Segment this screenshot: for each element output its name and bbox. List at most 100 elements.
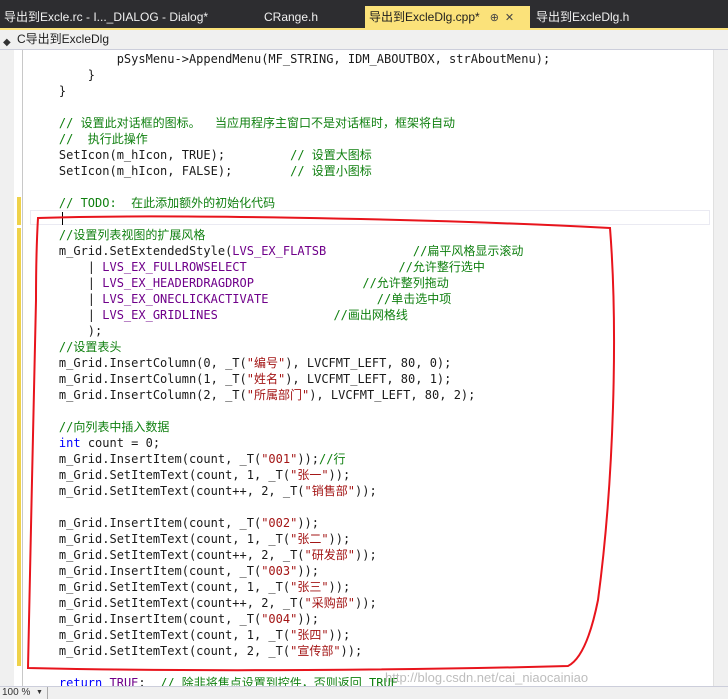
code-line[interactable]: int count = 0;	[30, 435, 550, 451]
code-line[interactable]: pSysMenu->AppendMenu(MF_STRING, IDM_ABOU…	[30, 51, 550, 67]
code-line[interactable]	[30, 99, 550, 115]
code-line[interactable]: // TODO: 在此添加额外的初始化代码	[30, 195, 550, 211]
code-line[interactable]: SetIcon(m_hIcon, TRUE); // 设置大图标	[30, 147, 550, 163]
code-line[interactable]: | LVS_EX_FULLROWSELECT //允许整行选中	[30, 259, 550, 275]
code-line[interactable]: //向列表中插入数据	[30, 419, 550, 435]
code-token: m_Grid.SetItemText(count, 1, _T(	[30, 628, 291, 642]
tab-excledlg-cpp[interactable]: 导出到ExcleDlg.cpp* ⊕ ✕	[365, 6, 530, 29]
code-token: ));	[355, 548, 377, 562]
code-line[interactable]: m_Grid.InsertItem(count, _T("004"));	[30, 611, 550, 627]
code-line[interactable]: m_Grid.SetItemText(count, 1, _T("张一"));	[30, 467, 550, 483]
code-line[interactable]: m_Grid.SetItemText(count, 1, _T("张二"));	[30, 531, 550, 547]
code-token: ));	[328, 532, 351, 546]
code-line[interactable]: );	[30, 323, 550, 339]
code-line[interactable]: m_Grid.SetItemText(count++, 2, _T("销售部")…	[30, 483, 550, 499]
code-token: "张一"	[290, 468, 329, 482]
code-token: m_Grid.InsertItem(count, _T(	[30, 564, 262, 578]
code-token: // 设置大图标	[290, 148, 372, 162]
code-token: m_Grid.InsertItem(count, _T(	[30, 452, 262, 466]
code-token: );	[30, 324, 103, 338]
tab-excle-rc[interactable]: 导出到Excle.rc - I..._DIALOG - Dialog*	[0, 8, 226, 28]
code-line[interactable]: SetIcon(m_hIcon, FALSE); // 设置小图标	[30, 163, 550, 179]
code-line[interactable]: m_Grid.SetItemText(count, 1, _T("张四"));	[30, 627, 550, 643]
code-token: int	[58, 436, 81, 450]
code-token: m_Grid.SetItemText(count++, 2, _T(	[30, 596, 305, 610]
code-token: SetIcon(m_hIcon, TRUE);	[30, 148, 291, 162]
code-token: m_Grid.SetItemText(count, 1, _T(	[30, 468, 291, 482]
code-line[interactable]: }	[30, 83, 550, 99]
pin-icon[interactable]: ⊕	[490, 7, 499, 29]
code-line[interactable]: m_Grid.InsertItem(count, _T("002"));	[30, 515, 550, 531]
code-token: LVS_EX_FLATSB	[232, 244, 327, 258]
code-token: "所属部门"	[246, 388, 310, 402]
code-line[interactable]: | LVS_EX_HEADERDRAGDROP //允许整列拖动	[30, 275, 550, 291]
chevron-down-icon: ▼	[36, 689, 43, 696]
navigation-bar: ◆ C导出到ExcleDlg	[0, 30, 728, 50]
code-token: }	[30, 68, 96, 82]
code-token: m_Grid.InsertItem(count, _T(	[30, 612, 262, 626]
code-token: m_Grid.SetItemText(count, 1, _T(	[30, 580, 291, 594]
code-token: // 执行此操作	[30, 132, 148, 146]
code-line[interactable]: m_Grid.SetItemText(count++, 2, _T("采购部")…	[30, 595, 550, 611]
watermark: http://blog.csdn.net/cai_niaocainiao	[385, 670, 589, 685]
code-line[interactable]: }	[30, 67, 550, 83]
code-token: //行	[319, 452, 346, 466]
tab-label: 导出到ExcleDlg.h	[536, 10, 630, 24]
code-line[interactable]: // 设置此对话框的图标。 当应用程序主窗口不是对话框时，框架将自动	[30, 115, 550, 131]
zoom-level: 100 %	[2, 687, 31, 698]
code-token: SetIcon(m_hIcon, FALSE);	[30, 164, 291, 178]
code-line[interactable]: | LVS_EX_GRIDLINES //画出网格线	[30, 307, 550, 323]
code-line[interactable]: // 执行此操作	[30, 131, 550, 147]
status-bar: 100 % ▼	[0, 686, 728, 699]
tab-label: CRange.h	[264, 10, 319, 24]
code-token: m_Grid.InsertColumn(0, _T(	[30, 356, 247, 370]
code-line[interactable]: m_Grid.InsertColumn(1, _T("姓名"), LVCFMT_…	[30, 371, 550, 387]
close-icon[interactable]: ✕	[505, 7, 514, 29]
code-line[interactable]: m_Grid.InsertItem(count, _T("001"));//行	[30, 451, 550, 467]
tab-label: 导出到Excle.rc - I..._DIALOG - Dialog*	[4, 10, 209, 24]
code-line[interactable]: m_Grid.InsertItem(count, _T("003"));	[30, 563, 550, 579]
tab-crange-h[interactable]: CRange.h	[260, 8, 355, 28]
vertical-scrollbar[interactable]	[713, 50, 728, 686]
code-token: LVS_EX_GRIDLINES	[102, 308, 218, 322]
code-line[interactable]: m_Grid.SetItemText(count++, 2, _T("研发部")…	[30, 547, 550, 563]
code-line[interactable]	[30, 403, 550, 419]
code-token: "001"	[261, 452, 298, 466]
zoom-dropdown[interactable]: 100 % ▼	[0, 687, 48, 699]
code-line[interactable]: m_Grid.SetExtendedStyle(LVS_EX_FLATSB //…	[30, 243, 550, 259]
code-token: //允许整列拖动	[362, 276, 449, 290]
code-token: count = 0;	[80, 436, 161, 450]
code-line[interactable]	[30, 211, 550, 227]
code-token: "宣传部"	[290, 644, 341, 658]
code-token: m_Grid.SetItemText(count++, 2, _T(	[30, 484, 305, 498]
code-line[interactable]: | LVS_EX_ONECLICKACTIVATE //单击选中项	[30, 291, 550, 307]
code-token: ));	[297, 452, 319, 466]
code-token: pSysMenu->AppendMenu(MF_STRING, IDM_ABOU…	[30, 52, 551, 66]
class-dropdown[interactable]: C导出到ExcleDlg	[17, 30, 109, 49]
code-token: //允许整行选中	[398, 260, 485, 274]
code-line[interactable]: m_Grid.SetItemText(count, 2, _T("宣传部"));	[30, 643, 550, 659]
code-token: LVS_EX_FULLROWSELECT	[102, 260, 247, 274]
code-line[interactable]: m_Grid.InsertColumn(2, _T("所属部门"), LVCFM…	[30, 387, 550, 403]
code-token: m_Grid.InsertItem(count, _T(	[30, 516, 262, 530]
code-line[interactable]: //设置表头	[30, 339, 550, 355]
code-token: // 设置此对话框的图标。 当应用程序主窗口不是对话框时，框架将自动	[30, 116, 456, 130]
code-editor[interactable]: pSysMenu->AppendMenu(MF_STRING, IDM_ABOU…	[30, 51, 550, 691]
code-token: "张三"	[290, 580, 329, 594]
code-token: m_Grid.InsertColumn(2, _T(	[30, 388, 247, 402]
code-line[interactable]: m_Grid.InsertColumn(0, _T("编号"), LVCFMT_…	[30, 355, 550, 371]
code-line[interactable]	[30, 499, 550, 515]
code-token: m_Grid.SetExtendedStyle(	[30, 244, 233, 258]
code-line[interactable]	[30, 179, 550, 195]
code-token: ));	[297, 516, 319, 530]
code-token: //设置表头	[30, 340, 122, 354]
tab-excledlg-h[interactable]: 导出到ExcleDlg.h	[532, 8, 662, 28]
code-token: m_Grid.SetItemText(count, 2, _T(	[30, 644, 291, 658]
code-line[interactable]: m_Grid.SetItemText(count, 1, _T("张三"));	[30, 579, 550, 595]
document-tab-bar: 导出到Excle.rc - I..._DIALOG - Dialog* CRan…	[0, 0, 728, 29]
code-line[interactable]: //设置列表视图的扩展风格	[30, 227, 550, 243]
tab-label: 导出到ExcleDlg.cpp*	[369, 10, 480, 24]
code-token: "002"	[261, 516, 298, 530]
